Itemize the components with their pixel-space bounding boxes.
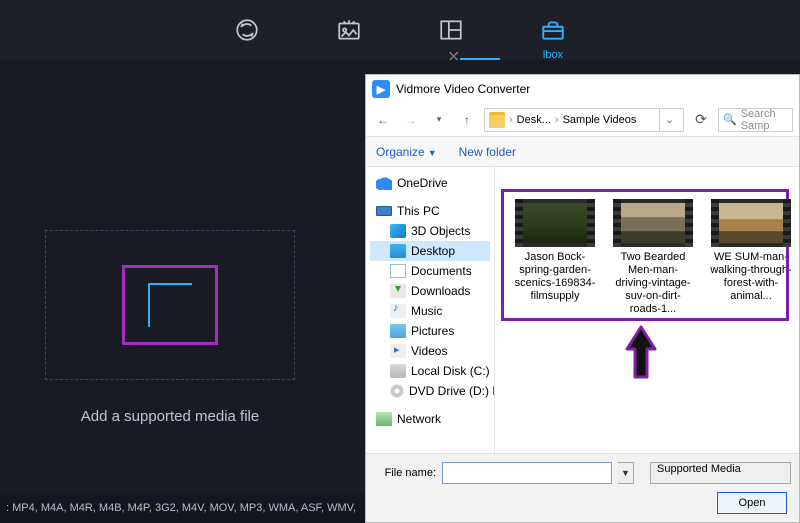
new-folder-button[interactable]: New folder (459, 145, 516, 159)
filetype-filter[interactable]: Supported Media (650, 462, 791, 484)
breadcrumb-bar[interactable]: › Desk... › Sample Videos ⌄ (484, 108, 684, 132)
nav-recent-dropdown[interactable]: ▾ (428, 109, 450, 131)
pc-icon (376, 206, 392, 216)
network-icon (376, 412, 392, 426)
search-placeholder: Search Samp (741, 108, 788, 132)
tree-3d-objects[interactable]: 3D Objects (370, 221, 490, 241)
filename-label: File name: (374, 467, 436, 479)
top-tab-bar: lbox (0, 0, 800, 60)
tree-dvd-drive-d[interactable]: DVD Drive (D:) P (370, 381, 490, 401)
download-icon (390, 284, 406, 298)
plus-icon (148, 283, 192, 327)
search-input[interactable]: 🔍 Search Samp (718, 108, 793, 132)
tree-this-pc[interactable]: This PC (370, 201, 490, 221)
file-pane[interactable]: Jason Bock-spring-garden-scenics-169834-… (495, 167, 799, 453)
disk-icon (390, 364, 406, 378)
video-thumbnail (613, 199, 693, 247)
dropzone-caption: Add a supported media file (0, 408, 340, 425)
tab-collage[interactable] (436, 15, 466, 45)
tree-downloads[interactable]: Downloads (370, 281, 490, 301)
cube-icon (390, 224, 406, 238)
file-item[interactable]: Two Bearded Men-man-driving-vintage-suv-… (611, 199, 695, 316)
tree-videos[interactable]: Videos (370, 341, 490, 361)
cloud-icon (376, 176, 392, 190)
file-item[interactable]: Jason Bock-spring-garden-scenics-169834-… (513, 199, 597, 316)
file-open-dialog: ▶ Vidmore Video Converter ← → ▾ ↑ › Desk… (365, 74, 800, 523)
nav-back-button[interactable]: ← (372, 109, 394, 131)
tree-documents[interactable]: Documents (370, 261, 490, 281)
tree-pictures[interactable]: Pictures (370, 321, 490, 341)
organize-menu[interactable]: Organize▼ (376, 145, 437, 159)
document-icon (390, 264, 406, 278)
video-thumbnail (515, 199, 595, 247)
tree-network[interactable]: Network (370, 409, 490, 429)
video-icon (390, 344, 406, 358)
dialog-titlebar: ▶ Vidmore Video Converter (366, 75, 799, 103)
chevron-down-icon: ▼ (428, 148, 437, 158)
tab-toolbox[interactable]: lbox (538, 15, 568, 45)
supported-formats-bar: : MP4, M4A, M4R, M4B, M4P, 3G2, M4V, MOV… (0, 493, 370, 523)
file-name: WE SUM-man-walking-through-forest-with-a… (709, 251, 793, 303)
annotation-arrow-icon (623, 325, 659, 381)
dialog-title: Vidmore Video Converter (396, 82, 530, 96)
dialog-nav-row: ← → ▾ ↑ › Desk... › Sample Videos ⌄ ⟳ 🔍 … (366, 103, 799, 137)
dropzone-highlight (122, 265, 218, 345)
breadcrumb-item-1[interactable]: Desk... (517, 114, 551, 126)
picture-icon (390, 324, 406, 338)
tree-local-disk-c[interactable]: Local Disk (C:) (370, 361, 490, 381)
nav-tree: OneDrive This PC 3D Objects Desktop Docu… (366, 167, 495, 453)
refresh-button[interactable]: ⟳ (690, 111, 712, 128)
dialog-toolbar: Organize▼ New folder (366, 137, 799, 167)
filename-input[interactable] (442, 462, 612, 484)
music-icon (390, 304, 406, 318)
tab-media[interactable] (334, 15, 364, 45)
chevron-right-icon: › (555, 114, 559, 126)
file-item[interactable]: WE SUM-man-walking-through-forest-with-a… (709, 199, 793, 316)
folder-icon (489, 112, 505, 128)
video-thumbnail (711, 199, 791, 247)
app-icon: ▶ (372, 80, 390, 98)
dvd-icon (390, 384, 404, 398)
dialog-footer: File name: ▼ Supported Media Open (366, 453, 799, 522)
dropzone[interactable] (45, 230, 295, 380)
desktop-icon (390, 244, 406, 258)
nav-forward-button[interactable]: → (400, 109, 422, 131)
tree-onedrive[interactable]: OneDrive (370, 173, 490, 193)
tab-converter[interactable] (232, 15, 262, 45)
tree-music[interactable]: Music (370, 301, 490, 321)
open-button[interactable]: Open (717, 492, 787, 514)
nav-up-button[interactable]: ↑ (456, 109, 478, 131)
tree-desktop[interactable]: Desktop (370, 241, 490, 261)
filename-dropdown[interactable]: ▼ (618, 462, 634, 484)
file-name: Two Bearded Men-man-driving-vintage-suv-… (611, 251, 695, 316)
file-name: Jason Bock-spring-garden-scenics-169834-… (513, 251, 597, 303)
breadcrumb-dropdown[interactable]: ⌄ (659, 108, 679, 132)
chevron-right-icon: › (509, 114, 513, 126)
breadcrumb-item-2[interactable]: Sample Videos (563, 114, 637, 126)
search-icon: 🔍 (723, 113, 737, 126)
